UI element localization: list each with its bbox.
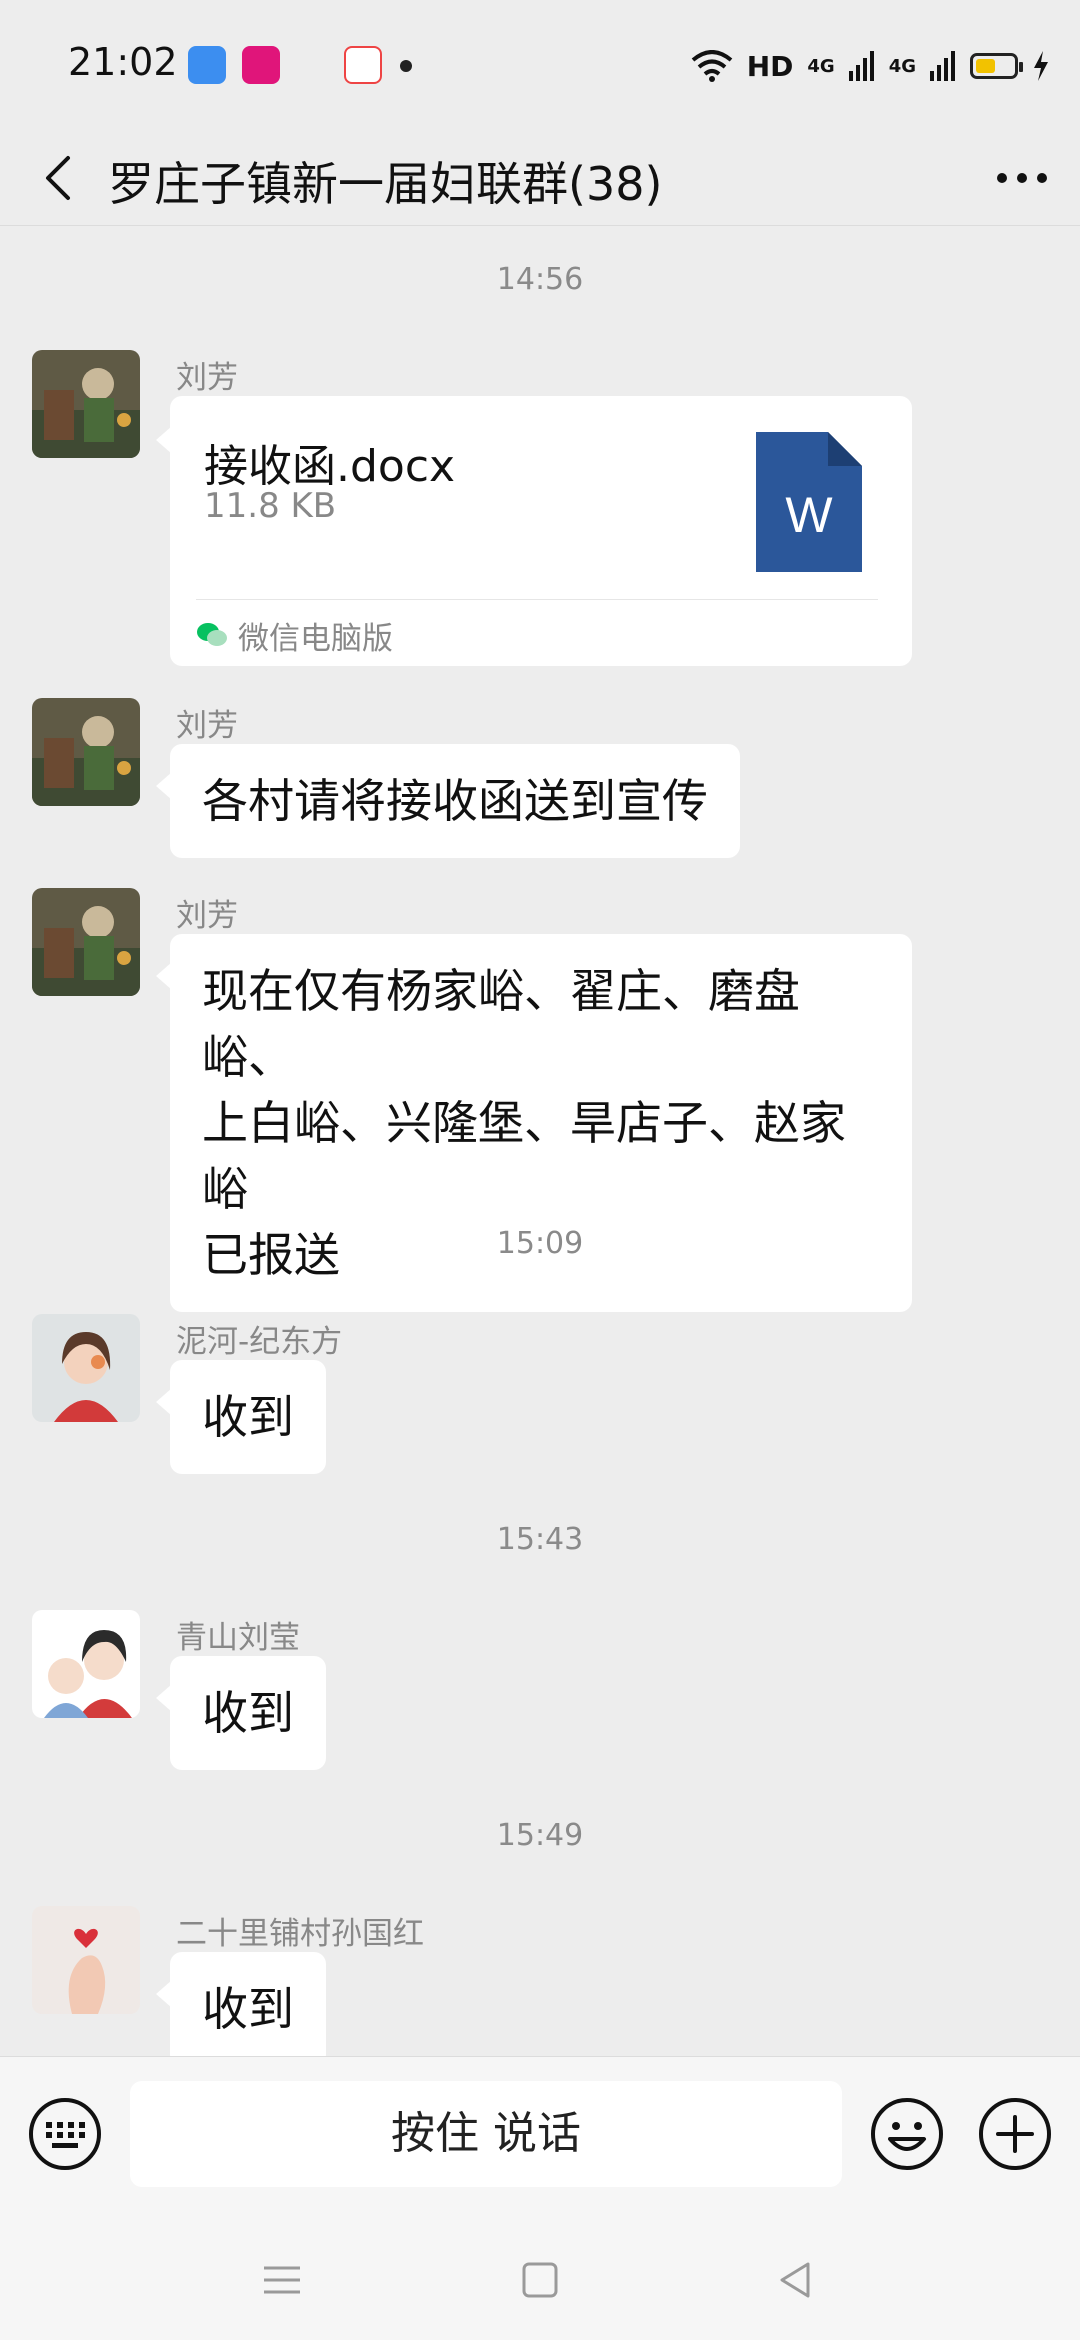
file-size: 11.8 KB [204, 486, 337, 526]
svg-text:W: W [785, 487, 833, 543]
message-bubble[interactable]: 收到 [156, 1656, 326, 1770]
emoji-icon[interactable] [870, 2097, 944, 2171]
input-bar: 按住 说话 [0, 2056, 1080, 2216]
signal-icon [848, 51, 874, 81]
message-timestamp: 14:56 [496, 262, 584, 297]
sender-name: 刘芳 [176, 708, 238, 744]
status-bar: 21:02 HD 4G 4G [0, 0, 1080, 130]
chat-title: 罗庄子镇新一届妇联群(38) [108, 157, 663, 211]
back-button[interactable] [34, 152, 86, 204]
message-line: 上白峪、兴隆堡、旱店子、赵家峪 [202, 1096, 846, 1216]
keyboard-icon[interactable] [28, 2097, 102, 2171]
message-timestamp: 15:09 [496, 1226, 584, 1261]
menu-icon[interactable] [258, 2256, 306, 2304]
message-line: 现在仅有杨家峪、翟庄、磨盘峪、 [202, 964, 800, 1084]
message-bubble[interactable]: 收到 [156, 1952, 326, 2056]
more-icon[interactable] [992, 152, 1052, 204]
system-navigation-bar [0, 2216, 1080, 2340]
home-icon[interactable] [516, 2256, 564, 2304]
avatar[interactable] [32, 350, 140, 458]
signal-label: 4G [807, 55, 835, 77]
file-source-label: 微信电脑版 [238, 620, 393, 657]
charging-icon [1034, 51, 1048, 81]
word-document-icon: W [756, 432, 862, 572]
back-triangle-icon[interactable] [772, 2256, 820, 2304]
message-list[interactable]: 14:56 刘芳 接收函.docx 11.8 KB W 微信电脑版 刘芳 各村请… [0, 226, 1080, 2056]
notification-app-icon [344, 46, 382, 84]
message-bubble[interactable]: 各村请将接收函送到宣传 [156, 744, 740, 858]
sender-name: 二十里铺村孙国红 [176, 1916, 424, 1952]
avatar[interactable] [32, 1610, 140, 1718]
plus-icon[interactable] [978, 2097, 1052, 2171]
status-time: 21:02 [68, 40, 178, 84]
message-timestamp: 15:49 [496, 1818, 584, 1853]
battery-icon [970, 53, 1023, 79]
hold-to-talk-button[interactable]: 按住 说话 [130, 2081, 842, 2187]
avatar[interactable] [32, 888, 140, 996]
avatar[interactable] [32, 1314, 140, 1422]
sender-name: 刘芳 [176, 898, 238, 934]
signal-icon [930, 51, 955, 81]
message-timestamp: 15:43 [496, 1522, 584, 1557]
notification-dot-icon [400, 60, 412, 72]
sender-name: 刘芳 [176, 360, 238, 396]
wechat-icon [197, 623, 227, 646]
message-bubble[interactable]: 收到 [156, 1360, 326, 1474]
battery-fill [976, 59, 995, 73]
avatar[interactable] [32, 698, 140, 806]
wifi-icon [691, 50, 732, 82]
file-message[interactable]: 接收函.docx 11.8 KB W 微信电脑版 [156, 396, 912, 666]
divider [196, 599, 878, 600]
avatar[interactable] [32, 1906, 140, 2014]
notification-app-icon [242, 46, 280, 84]
file-name: 接收函.docx [204, 441, 456, 492]
sender-name: 泥河-纪东方 [176, 1324, 343, 1360]
notification-app-icon [188, 46, 226, 84]
sender-name: 青山刘莹 [176, 1620, 300, 1656]
hd-label: HD [746, 49, 794, 83]
chat-header: 罗庄子镇新一届妇联群(38) [0, 130, 1080, 226]
file-source: 微信电脑版 [196, 610, 393, 660]
signal-label: 4G [888, 55, 916, 77]
